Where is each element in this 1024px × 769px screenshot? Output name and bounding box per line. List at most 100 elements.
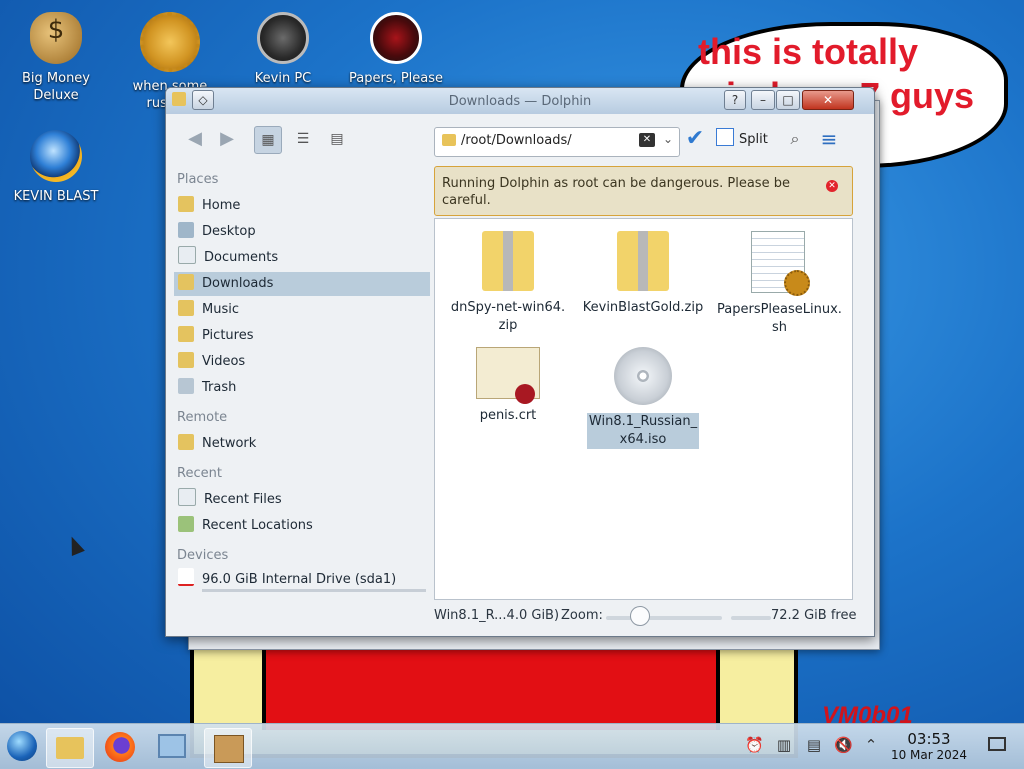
split-view-icon [716, 128, 734, 146]
device-notifier-icon[interactable]: ▤ [805, 736, 823, 754]
sidebar-item-recent-locations[interactable]: Recent Locations [174, 514, 430, 538]
back-arrow-icon[interactable]: ◀ [182, 126, 208, 152]
home-icon [178, 196, 194, 212]
free-space-bar [731, 616, 771, 620]
desktop-icon-label: KEVIN BLAST [13, 189, 99, 204]
clock[interactable]: 03:53 10 Mar 2024 [884, 731, 974, 763]
location-input[interactable] [461, 133, 641, 148]
network-icon [178, 434, 194, 450]
sidebar-item-label: Downloads [202, 276, 274, 291]
compact-view-button[interactable]: ☰ [290, 126, 316, 152]
desktop-icon-label: Kevin PC [254, 71, 312, 86]
music-icon [178, 300, 194, 316]
places-header: Places [177, 172, 219, 187]
close-button[interactable]: ✕ [802, 90, 854, 110]
money-bag-icon: $ [30, 12, 82, 64]
sidebar-item-label: 96.0 GiB Internal Drive (sda1) [202, 572, 397, 587]
file-name: dnSpy-net-win64. zip [450, 300, 566, 333]
file-item[interactable]: penis.crt [445, 341, 571, 425]
sidebar-item-recent-files[interactable]: Recent Files [174, 488, 430, 512]
selection-status: Win8.1_R...4.0 GiB) [434, 608, 560, 623]
title-bar[interactable]: ◇ Downloads — Dolphin ? – □ ✕ [166, 88, 874, 114]
start-button[interactable] [2, 728, 42, 766]
taskbar-firefox[interactable] [100, 728, 140, 766]
details-view-button[interactable]: ▤ [324, 126, 350, 152]
windows-orb-icon [7, 731, 37, 761]
sidebar-item-documents[interactable]: Documents [174, 246, 430, 270]
sidebar-item-trash[interactable]: Trash [174, 376, 430, 400]
file-name: PapersPleaseLinux. sh [717, 302, 842, 335]
package-icon [214, 735, 244, 763]
zip-file-icon [617, 231, 669, 291]
taskbar-package-installer[interactable] [204, 728, 252, 768]
desktop-icon-papers-please[interactable]: Papers, Please [346, 12, 446, 87]
alarm-icon[interactable]: ⏰ [745, 736, 764, 754]
minimize-button[interactable]: – [751, 90, 775, 110]
sidebar-item-label: Trash [202, 380, 237, 395]
recent-locations-icon [178, 516, 194, 532]
desktop-icon-big-money[interactable]: $ Big Money Deluxe [6, 12, 106, 104]
toolbar: ◀ ▶ ▦ ☰ ▤ ✕ ⌄ ✔ Split ⌕ ≡ [166, 114, 874, 164]
trash-icon [178, 378, 194, 394]
clipboard-icon[interactable]: ▥ [775, 736, 793, 754]
taskbar-system-settings[interactable] [152, 728, 192, 766]
pictures-icon [178, 326, 194, 342]
sidebar-item-label: Recent Locations [202, 518, 313, 533]
taskbar: ⏰ ▥ ▤ 🔇 ⌃ 03:53 10 Mar 2024 [0, 723, 1024, 769]
search-icon[interactable]: ⌕ [782, 126, 808, 152]
zoom-label: Zoom: [561, 608, 603, 623]
clock-time: 03:53 [907, 730, 951, 748]
file-item[interactable]: PapersPleaseLinux. sh [715, 225, 842, 337]
hamburger-menu-icon[interactable]: ≡ [816, 126, 842, 152]
forward-arrow-icon[interactable]: ▶ [214, 126, 240, 152]
checkmark-icon[interactable]: ✔ [682, 126, 708, 152]
maximize-button[interactable]: □ [776, 90, 800, 110]
show-desktop-icon[interactable] [988, 737, 1006, 751]
sidebar-item-desktop[interactable]: Desktop [174, 220, 430, 244]
sidebar-item-label: Videos [202, 354, 246, 369]
split-button[interactable]: Split [716, 128, 768, 147]
sidebar-item-downloads[interactable]: Downloads [174, 272, 430, 296]
sidebar-item-label: Network [202, 436, 257, 451]
disc-image-icon [614, 347, 672, 405]
clock-date: 10 Mar 2024 [890, 748, 968, 762]
devices-header: Devices [177, 548, 229, 563]
file-item-selected[interactable]: Win8.1_Russian_ x64.iso [580, 341, 706, 449]
folder-icon [442, 134, 456, 146]
system-settings-icon [158, 734, 186, 758]
file-item[interactable]: KevinBlastGold.zip [580, 225, 706, 317]
zoom-slider-track[interactable] [606, 616, 722, 620]
chevron-up-icon[interactable]: ⌃ [862, 736, 880, 754]
file-name: Win8.1_Russian_ x64.iso [586, 413, 700, 449]
dolphin-window: ◇ Downloads — Dolphin ? – □ ✕ ◀ ▶ ▦ ☰ ▤ … [165, 87, 875, 637]
icons-view-button[interactable]: ▦ [254, 126, 282, 154]
mouse-cursor-icon [65, 534, 85, 556]
file-view[interactable]: dnSpy-net-win64. zip KevinBlastGold.zip P… [434, 218, 853, 600]
blast-globe-icon [30, 130, 82, 182]
sidebar-item-label: Music [202, 302, 239, 317]
sidebar-item-pictures[interactable]: Pictures [174, 324, 430, 348]
desktop-icon-kevin-pc[interactable]: Kevin PC [233, 12, 333, 87]
zoom-slider-handle[interactable] [630, 606, 650, 626]
sidebar-item-home[interactable]: Home [174, 194, 430, 218]
taskbar-file-manager[interactable] [46, 728, 94, 768]
volume-muted-icon[interactable]: 🔇 [834, 736, 853, 754]
recent-files-icon [178, 488, 196, 506]
downloads-icon [178, 274, 194, 290]
location-bar[interactable]: ✕ ⌄ [434, 127, 680, 157]
drive-icon [178, 568, 194, 586]
gear-icon [140, 12, 200, 72]
sidebar-item-videos[interactable]: Videos [174, 350, 430, 374]
help-button[interactable]: ? [724, 90, 746, 110]
desktop-icon-kevin-blast[interactable]: KEVIN BLAST [6, 130, 106, 205]
chevron-down-icon[interactable]: ⌄ [663, 132, 673, 146]
split-label: Split [739, 132, 768, 147]
sidebar-item-network[interactable]: Network [174, 432, 430, 456]
free-space-status: 72.2 GiB free [771, 608, 857, 623]
file-item[interactable]: dnSpy-net-win64. zip [445, 225, 571, 335]
sidebar-item-music[interactable]: Music [174, 298, 430, 322]
clear-location-icon[interactable]: ✕ [639, 133, 655, 147]
papers-please-icon [370, 12, 422, 64]
close-warning-icon[interactable]: ✕ [826, 180, 838, 192]
script-file-icon [751, 231, 810, 296]
